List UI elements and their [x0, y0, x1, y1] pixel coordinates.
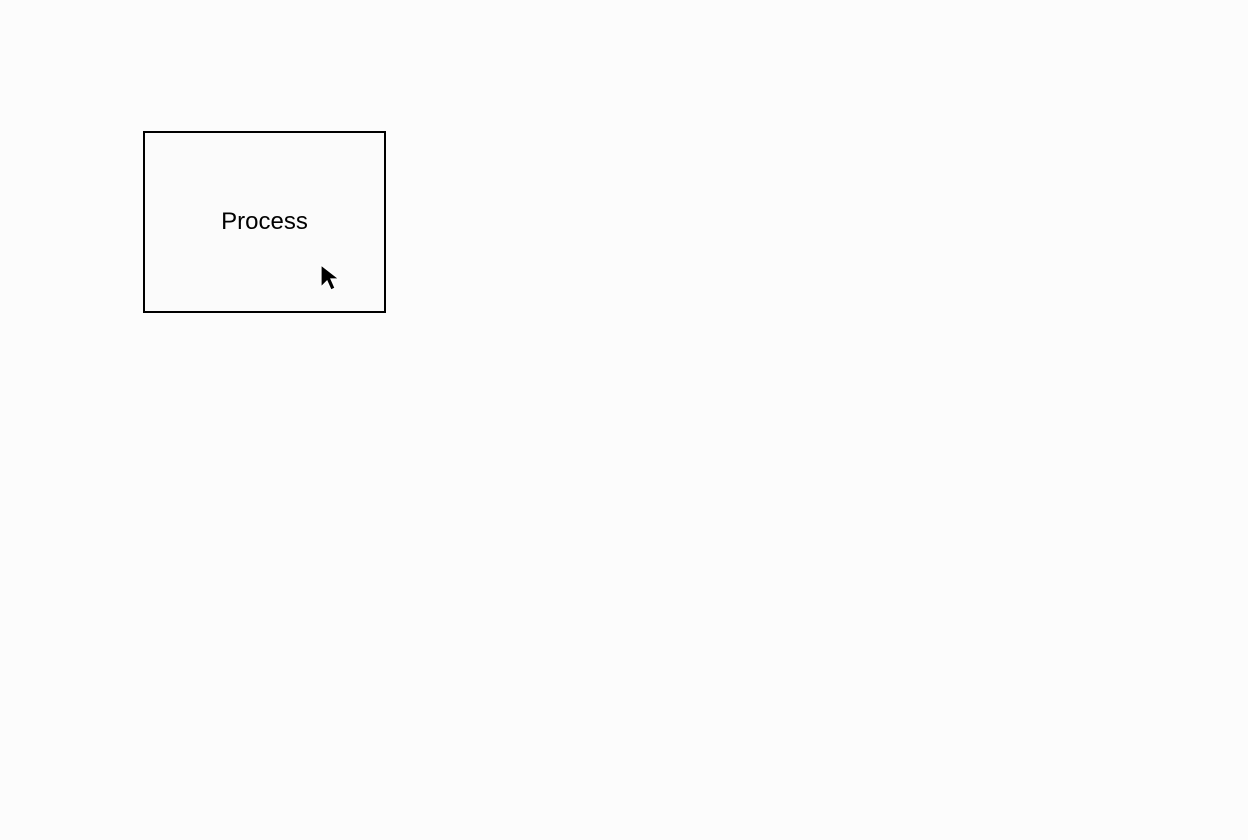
process-label: Process — [221, 208, 308, 236]
diagram-canvas[interactable]: Process — [0, 0, 1248, 840]
process-shape[interactable]: Process — [143, 131, 386, 313]
